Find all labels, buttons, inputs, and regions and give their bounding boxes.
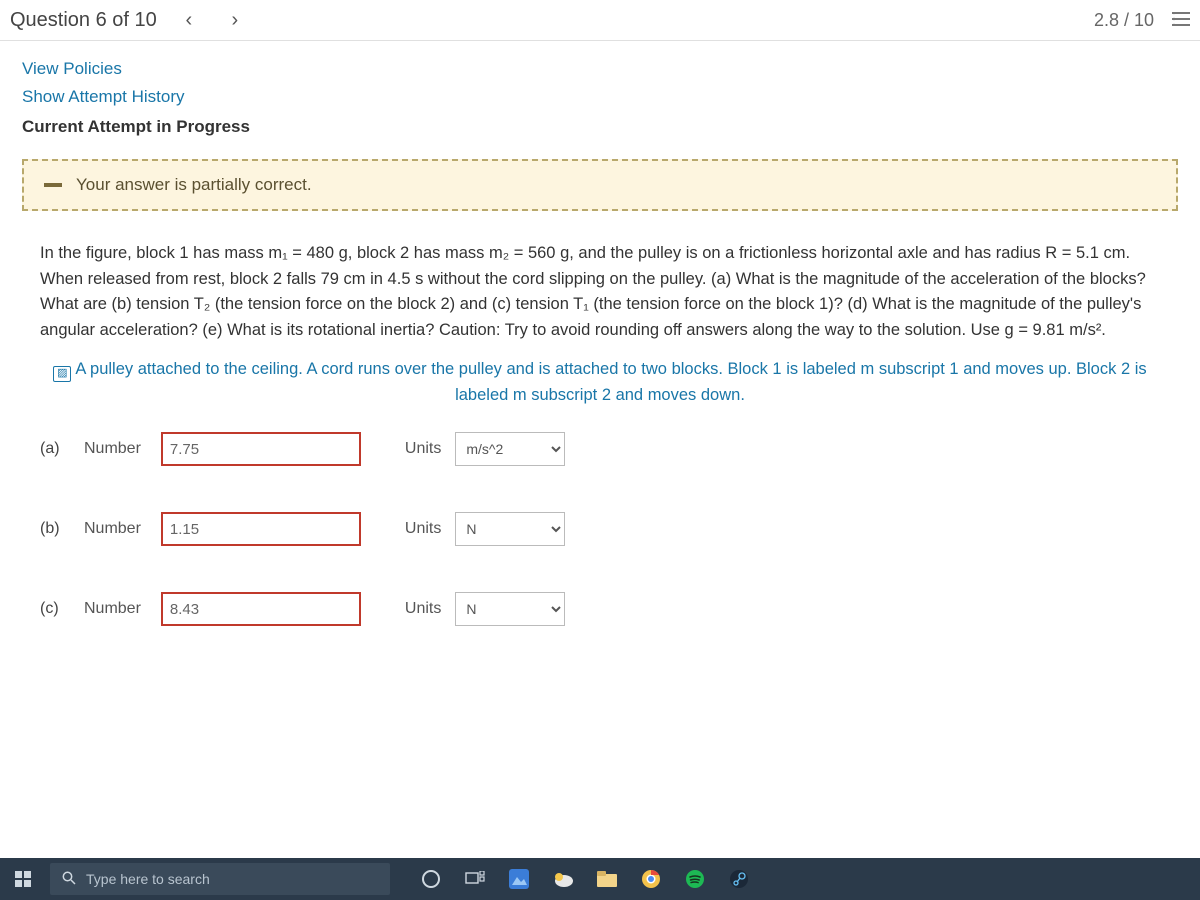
show-attempt-history-link[interactable]: Show Attempt History	[22, 83, 1178, 111]
search-icon	[62, 871, 76, 888]
answer-row-b: (b) Number Units N	[40, 512, 1160, 546]
windows-taskbar: Type here to search	[0, 858, 1200, 900]
broken-image-icon: ▨	[53, 366, 71, 382]
units-label: Units	[405, 440, 441, 458]
question-label: Question 6 of 10	[10, 9, 157, 32]
answer-input-b[interactable]	[161, 512, 361, 546]
app-icon-spotify[interactable]	[684, 868, 706, 890]
answers-section: (a) Number Units m/s^2 (b) Number Units …	[22, 432, 1178, 626]
units-label: Units	[405, 520, 441, 538]
windows-icon	[15, 871, 31, 887]
cortana-icon[interactable]	[420, 868, 442, 890]
score-display: 2.8 / 10	[1094, 10, 1154, 31]
content-area: View Policies Show Attempt History Curre…	[0, 41, 1200, 859]
problem-statement: In the figure, block 1 has mass m₁ = 480…	[22, 241, 1178, 357]
next-question-button[interactable]: ›	[221, 6, 249, 34]
partial-correct-icon	[44, 183, 62, 187]
part-label-c: (c)	[40, 600, 70, 618]
part-label-b: (b)	[40, 520, 70, 538]
start-button[interactable]	[0, 858, 46, 900]
app-icon-chrome[interactable]	[640, 868, 662, 890]
answer-input-c[interactable]	[161, 592, 361, 626]
answer-row-c: (c) Number Units N	[40, 592, 1160, 626]
app-icon-photos[interactable]	[508, 868, 530, 890]
units-select-c[interactable]: N	[455, 592, 565, 626]
task-view-icon[interactable]	[464, 868, 486, 890]
search-placeholder: Type here to search	[86, 871, 210, 887]
answer-row-a: (a) Number Units m/s^2	[40, 432, 1160, 466]
number-label: Number	[84, 440, 141, 458]
units-select-a[interactable]: m/s^2	[455, 432, 565, 466]
current-attempt-label: Current Attempt in Progress	[22, 111, 1178, 155]
answer-input-a[interactable]	[161, 432, 361, 466]
app-icon-file-explorer[interactable]	[596, 868, 618, 890]
prev-question-button[interactable]: ‹	[175, 6, 203, 34]
app-icon-weather[interactable]	[552, 868, 574, 890]
units-select-b[interactable]: N	[455, 512, 565, 546]
feedback-message: Your answer is partially correct.	[76, 175, 312, 195]
feedback-banner: Your answer is partially correct.	[22, 159, 1178, 211]
part-label-a: (a)	[40, 440, 70, 458]
taskbar-search[interactable]: Type here to search	[50, 863, 390, 895]
app-icon-steam[interactable]	[728, 868, 750, 890]
number-label: Number	[84, 520, 141, 538]
question-header: Question 6 of 10 ‹ › 2.8 / 10	[0, 0, 1200, 41]
number-label: Number	[84, 600, 141, 618]
units-label: Units	[405, 600, 441, 618]
view-policies-link[interactable]: View Policies	[22, 55, 1178, 83]
figure-alt-text: ▨A pulley attached to the ceiling. A cor…	[22, 357, 1178, 432]
taskbar-icons	[420, 868, 750, 890]
menu-icon[interactable]	[1172, 10, 1190, 31]
